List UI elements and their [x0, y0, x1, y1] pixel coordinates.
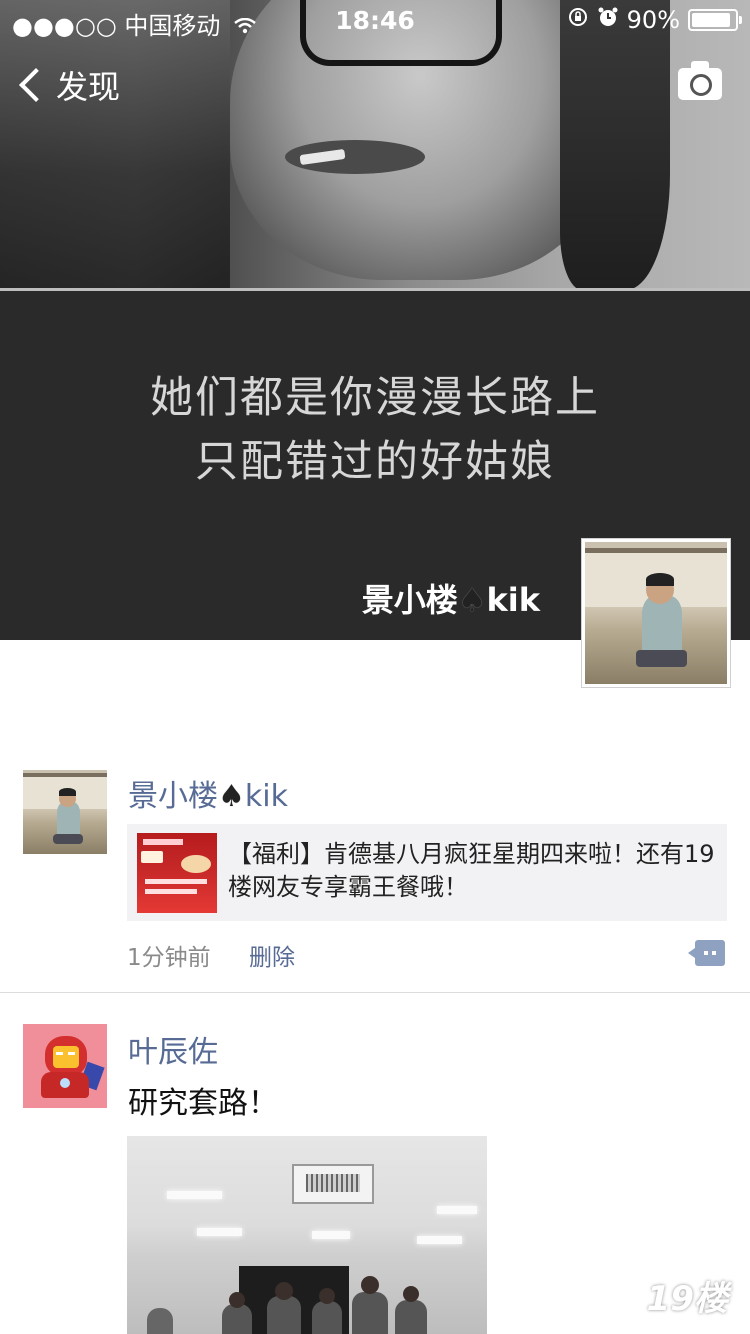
- thumb-line: [143, 839, 183, 845]
- post-time: 1分钟前: [127, 945, 211, 971]
- ironman-face: [53, 1046, 79, 1068]
- img-body: [56, 801, 81, 838]
- post-author-suffix: kik: [244, 779, 288, 814]
- cover-user-name: 景小楼♠kik: [362, 575, 540, 621]
- ironman-arc: [60, 1078, 70, 1088]
- cover-photo: [0, 0, 750, 290]
- ceiling-light: [197, 1228, 242, 1236]
- ceiling-light: [417, 1236, 462, 1244]
- img-hair: [59, 788, 76, 797]
- person: [267, 1296, 301, 1334]
- person-head: [319, 1288, 335, 1304]
- cover-quote: 她们都是你漫漫长路上 只配错过的好姑娘: [0, 366, 750, 494]
- alarm-icon: [597, 6, 619, 34]
- avatar-image: [585, 542, 727, 684]
- person: [147, 1308, 173, 1334]
- link-thumbnail: [137, 833, 217, 913]
- chevron-left-icon: [19, 68, 53, 102]
- link-title: 【福利】肯德基八月疯狂星期四来啦！还有19楼网友专享霸王餐哦！: [228, 840, 715, 901]
- person-head: [229, 1292, 245, 1308]
- ac-unit: [292, 1164, 374, 1204]
- img-legs: [636, 649, 688, 667]
- battery-percent: 90%: [626, 6, 680, 34]
- post-author-name: 景小楼: [128, 779, 218, 814]
- cover-divider: [0, 288, 750, 291]
- cover-user-suffix: kik: [486, 581, 540, 619]
- img-body: [641, 595, 682, 656]
- comment-dot: [712, 951, 716, 955]
- status-bar: ●●●○○ 中国移动 18:46 90%: [0, 0, 750, 40]
- thumb-line: [145, 879, 207, 884]
- shared-link-card[interactable]: 【福利】肯德基八月疯狂星期四来啦！还有19楼网友专享霸王餐哦！: [127, 824, 727, 921]
- comment-dot: [704, 951, 708, 955]
- ceiling-light: [312, 1231, 350, 1239]
- rotation-lock-icon: [567, 6, 589, 34]
- photo-hair: [560, 0, 670, 290]
- thumb-food: [181, 855, 211, 873]
- person: [222, 1304, 252, 1334]
- photo-shade: [0, 0, 230, 288]
- camera-lens: [690, 74, 712, 96]
- spade-icon: ♠: [457, 581, 487, 619]
- delete-button[interactable]: 删除: [249, 938, 295, 972]
- ironman-eye: [56, 1052, 63, 1055]
- profile-avatar[interactable]: [581, 538, 731, 688]
- ceiling-light: [437, 1206, 477, 1214]
- post-author[interactable]: 叶辰佐: [128, 1027, 218, 1071]
- post-avatar[interactable]: [23, 770, 107, 854]
- site-watermark: 19楼: [646, 1279, 728, 1319]
- camera-icon[interactable]: [678, 61, 722, 100]
- moment-post: 景小楼♠kik 【福利】肯德基八月疯狂星期四来啦！还有19楼网友专享霸王餐哦！ …: [0, 768, 750, 992]
- ceiling-light: [167, 1191, 222, 1199]
- img-legs: [53, 833, 84, 844]
- person-head: [403, 1286, 419, 1302]
- person-head: [361, 1276, 379, 1294]
- thumb-badge: [141, 851, 163, 863]
- ironman-eye: [68, 1052, 75, 1055]
- thumb-line: [145, 889, 197, 894]
- person: [312, 1301, 342, 1334]
- post-avatar-image: [23, 770, 107, 854]
- person: [352, 1292, 388, 1334]
- status-right: 90%: [567, 6, 742, 34]
- post-photo[interactable]: [127, 1136, 487, 1334]
- cover-user-name-text: 景小楼: [361, 581, 458, 619]
- person: [395, 1300, 427, 1334]
- moment-post: 叶辰佐 研究套路！: [0, 993, 750, 1334]
- post-author[interactable]: 景小楼♠kik: [128, 771, 288, 815]
- img-hair: [646, 573, 675, 586]
- post-avatar[interactable]: [23, 1024, 107, 1108]
- post-text: 研究套路！: [128, 1086, 278, 1121]
- comment-icon[interactable]: [688, 940, 725, 966]
- spade-icon: ♠: [218, 779, 245, 814]
- cover-quote-line2: 只配错过的好姑娘: [195, 437, 555, 487]
- cover-quote-line1: 她们都是你漫漫长路上: [150, 373, 600, 423]
- person-head: [275, 1282, 293, 1300]
- back-label: 发现: [56, 68, 121, 106]
- battery-icon: [688, 9, 742, 31]
- back-button[interactable]: 发现: [18, 62, 120, 108]
